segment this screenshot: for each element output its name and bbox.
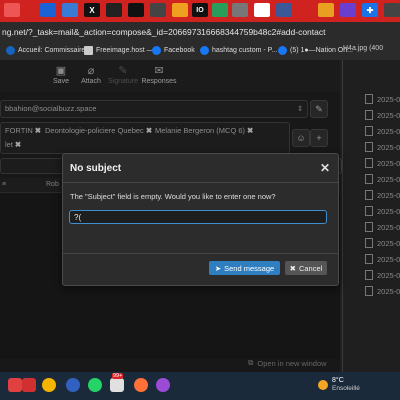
tab-icon-blue[interactable] <box>40 3 56 17</box>
facebook-icon <box>200 46 209 55</box>
file-list-item[interactable]: 2025-05 <box>365 206 400 216</box>
file-list-item[interactable]: 2025-05 <box>365 254 400 264</box>
file-icon <box>365 158 373 168</box>
file-list-item[interactable]: 2025-05 <box>365 174 400 184</box>
cancel-button[interactable]: ✖ Cancel <box>285 261 327 275</box>
bookmark-item[interactable]: Freeimage.host —... <box>84 46 159 55</box>
tab-icon-dark[interactable] <box>106 3 122 17</box>
panel-tab-label[interactable]: H4a.jpg (400 <box>343 45 383 52</box>
send-icon: ➤ <box>214 263 222 273</box>
url-text[interactable]: ng.net/?_task=mail&_action=compose&_id=2… <box>2 27 326 37</box>
tab-icon-purple[interactable] <box>340 3 356 17</box>
image-icon <box>84 46 93 55</box>
whatsapp-icon[interactable] <box>88 378 102 392</box>
dialog-divider <box>63 182 338 183</box>
notification-badge: 99+ <box>112 373 124 379</box>
address-bar[interactable]: ng.net/?_task=mail&_action=compose&_id=2… <box>0 22 400 43</box>
facebook-icon <box>152 46 161 55</box>
temperature-text: 8°C <box>332 377 344 384</box>
file-list-item[interactable]: 2025-05 <box>365 158 400 168</box>
app-icon-red2[interactable] <box>22 378 36 392</box>
weather-widget[interactable]: 8°C Ensoleillé <box>318 377 360 393</box>
file-icon <box>365 254 373 264</box>
dialog-message: The "Subject" field is empty. Would you … <box>70 192 276 201</box>
windows-taskbar: 99+ 8°C Ensoleillé <box>0 372 400 400</box>
file-icon <box>365 190 373 200</box>
file-icon <box>365 222 373 232</box>
dialog-title: No subject <box>70 163 122 174</box>
tab-icon-gray[interactable] <box>150 3 166 17</box>
bookmark-item[interactable]: Accueil: Commissaire <box>6 46 85 55</box>
file-list-item[interactable]: 2025-05 <box>365 222 400 232</box>
bookmarks-bar: Accueil: Commissaire Freeimage.host —...… <box>0 42 400 61</box>
file-icon <box>365 126 373 136</box>
file-icon <box>365 94 373 104</box>
tab-icon-fb[interactable] <box>276 3 292 17</box>
file-list-item[interactable]: 2025-05 <box>365 110 400 120</box>
tab-icon-orange[interactable] <box>172 3 188 17</box>
firefox-icon[interactable] <box>134 378 148 392</box>
tab-icon-orange2[interactable] <box>318 3 334 17</box>
file-list-item[interactable]: 2025-05 <box>365 270 400 280</box>
file-icon <box>365 238 373 248</box>
bookmark-item[interactable]: Facebook <box>152 46 195 55</box>
tab-icon-circle[interactable] <box>128 3 144 17</box>
tab-icon-last[interactable] <box>384 3 400 17</box>
tab-icon-io[interactable]: IO <box>192 3 208 17</box>
browser-tab-strip: X IO ✚ <box>0 0 400 22</box>
app-icon-blue[interactable] <box>66 378 80 392</box>
file-list-item[interactable]: 2025-05 <box>365 126 400 136</box>
app-icon-purple[interactable] <box>156 378 170 392</box>
dialog-divider <box>63 253 338 254</box>
bookmark-icon <box>6 46 15 55</box>
app-icon-red[interactable] <box>8 378 22 392</box>
chrome-icon[interactable] <box>42 378 56 392</box>
file-list-item[interactable]: 2025-05 <box>365 94 400 104</box>
bookmark-item[interactable]: hashtag custom - P... <box>200 46 277 55</box>
tab-icon-white[interactable] <box>254 3 270 17</box>
no-subject-dialog: No subject ✕ The "Subject" field is empt… <box>62 153 339 286</box>
file-icon <box>365 206 373 216</box>
close-icon[interactable]: ✕ <box>320 161 330 175</box>
tab-icon-x[interactable]: X <box>84 3 100 17</box>
file-icon <box>365 174 373 184</box>
file-list-item[interactable]: 2025-05 <box>365 238 400 248</box>
file-list-item[interactable]: 2025-05 <box>365 190 400 200</box>
file-icon <box>365 286 373 296</box>
tab-icon-plus[interactable]: ✚ <box>362 3 378 17</box>
tab-icon-green[interactable] <box>212 3 228 17</box>
file-icon <box>365 270 373 280</box>
app-icon-white[interactable]: 99+ <box>110 373 124 392</box>
file-list-item[interactable]: 2025-05 <box>365 286 400 296</box>
tab-icon-mail[interactable] <box>62 3 78 17</box>
bookmark-item[interactable]: (5) 1●—Nation On... <box>278 46 353 55</box>
tab-icon-red[interactable] <box>4 3 20 17</box>
file-list-item[interactable]: 2025-05 <box>365 142 400 152</box>
facebook-icon <box>278 46 287 55</box>
close-icon: ✖ <box>289 263 296 273</box>
condition-text: Ensoleillé <box>332 385 360 392</box>
downloads-panel: H4a.jpg (400 2025-05 2025-05 2025-05 2025-0… <box>342 45 400 372</box>
file-icon <box>365 110 373 120</box>
send-message-button[interactable]: ➤ Send message <box>209 261 280 275</box>
sun-icon <box>318 380 328 390</box>
subject-input[interactable] <box>69 210 327 224</box>
tab-icon-gray2[interactable] <box>232 3 248 17</box>
file-icon <box>365 142 373 152</box>
